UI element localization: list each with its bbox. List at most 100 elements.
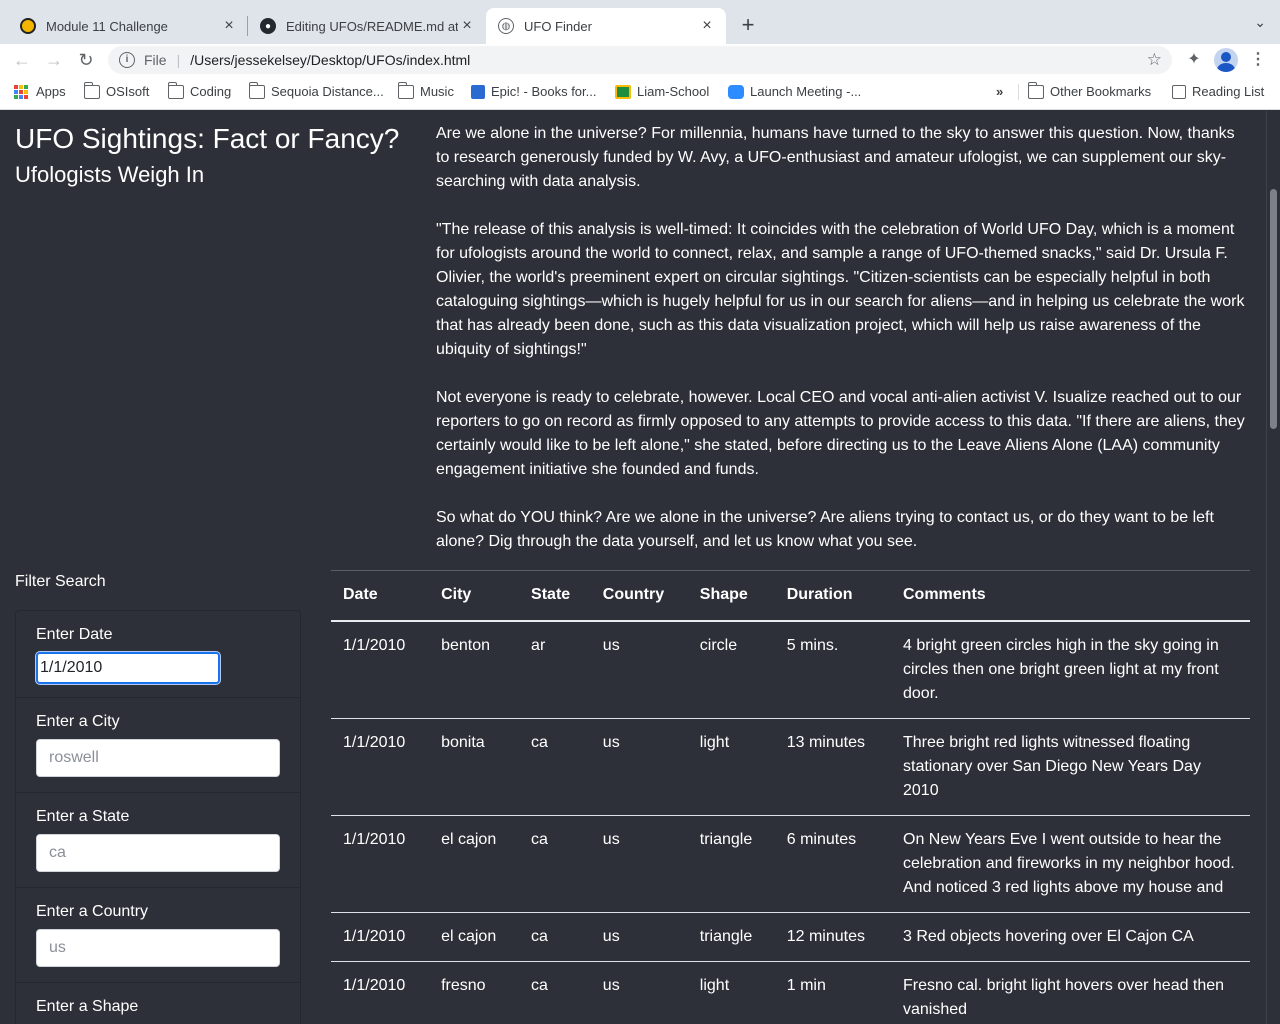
filter-item-city: Enter a City (16, 698, 300, 793)
page-scrollbar[interactable] (1266, 111, 1280, 1024)
table-row: 1/1/2010 bonita ca us light 13 minutes T… (331, 718, 1250, 816)
cell-state: ca (519, 815, 591, 913)
filter-item-country: Enter a Country (16, 888, 300, 983)
bookmark-label: Other Bookmarks (1050, 84, 1152, 99)
filter-item-shape: Enter a Shape (16, 983, 300, 1024)
tab-editing-readme[interactable]: ● Editing UFOs/README.md at main × (248, 8, 486, 44)
cell-comments: On New Years Eve I went outside to hear … (891, 815, 1250, 913)
cell-comments: Three bright red lights witnessed floati… (891, 718, 1250, 816)
address-divider: | (176, 52, 181, 68)
cell-city: el cajon (429, 815, 520, 913)
folder-icon (167, 81, 184, 99)
bookmark-sequoia-distance[interactable]: Sequoia Distance... (248, 81, 384, 99)
tab-search-chevron-icon[interactable]: ⌄ (1254, 14, 1266, 31)
cell-date: 1/1/2010 (331, 620, 430, 719)
city-input[interactable] (36, 739, 280, 777)
extensions-puzzle-icon[interactable]: ✦ (1184, 48, 1204, 72)
article-paragraph: Are we alone in the universe? For millen… (436, 125, 1235, 190)
cell-country: us (590, 912, 688, 962)
bookmark-launch-meeting[interactable]: Launch Meeting -... (728, 84, 861, 99)
close-tab-icon[interactable]: × (458, 17, 476, 35)
reading-list-icon (1172, 84, 1186, 99)
article-body: Are we alone in the universe? For millen… (436, 122, 1252, 578)
cell-comments: 3 Red objects hovering over El Cajon CA (891, 912, 1250, 962)
cell-duration: 1 min (774, 961, 891, 1024)
scrollbar-thumb[interactable] (1270, 189, 1277, 429)
info-icon[interactable]: i (119, 52, 135, 68)
bookmark-label: Reading List (1192, 84, 1265, 99)
filter-label: Enter a City (36, 713, 120, 730)
date-input[interactable] (36, 652, 220, 684)
cell-city: fresno (429, 961, 520, 1024)
cell-city: bonita (429, 718, 520, 816)
bookmark-label: OSIsoft (106, 84, 150, 99)
state-input[interactable] (36, 834, 280, 872)
bookmark-label: Epic! - Books for... (491, 84, 597, 99)
bookmark-osisoft[interactable]: OSIsoft (83, 81, 150, 99)
page-subtitle: Ufologists Weigh In (15, 162, 205, 187)
cell-shape: triangle (687, 815, 775, 913)
table-row: 1/1/2010 fresno ca us light 1 min Fresno… (331, 961, 1250, 1024)
reload-icon[interactable]: ↻ (74, 48, 98, 72)
new-tab-button[interactable]: + (736, 12, 760, 38)
table-row: 1/1/2010 benton ar us circle 5 mins. 4 b… (331, 620, 1250, 719)
bookmarks-overflow-chevron-icon[interactable]: » (996, 84, 1003, 99)
column-header-shape: Shape (687, 570, 775, 622)
bookmark-liam-school[interactable]: Liam-School (615, 84, 709, 99)
folder-icon (248, 81, 265, 99)
cell-comments: 4 bright green circles high in the sky g… (891, 620, 1250, 719)
filter-search-heading: Filter Search (15, 573, 106, 590)
cell-city: benton (429, 620, 520, 719)
bookmark-label: Launch Meeting -... (750, 84, 862, 99)
filter-item-date: Enter Date (16, 611, 300, 698)
bookmarks-bar: Apps OSIsoft Coding Sequoia Distance... … (0, 76, 1280, 110)
address-scheme: File (144, 52, 167, 68)
bookmark-reading-list[interactable]: Reading List (1172, 84, 1264, 99)
cell-date: 1/1/2010 (331, 912, 430, 962)
classroom-icon (615, 84, 631, 99)
cell-state: ca (519, 912, 591, 962)
tab-module-11-challenge[interactable]: Module 11 Challenge × (8, 8, 248, 44)
back-arrow-icon[interactable]: ← (10, 48, 34, 72)
cell-state: ca (519, 718, 591, 816)
close-tab-icon[interactable]: × (698, 17, 716, 35)
page-viewport: UFO Sightings: Fact or Fancy? Ufologists… (0, 111, 1266, 1024)
cell-shape: light (687, 961, 775, 1024)
column-header-comments: Comments (891, 570, 1250, 622)
column-header-city: City (429, 570, 520, 622)
table-header-row: Date City State Country Shape Duration C… (331, 570, 1250, 622)
cell-shape: light (687, 718, 775, 816)
filter-label: Enter a Shape (36, 998, 139, 1015)
bookmark-epic-books[interactable]: Epic! - Books for... (471, 84, 597, 99)
bookmark-star-icon[interactable]: ☆ (1147, 50, 1162, 70)
cell-duration: 12 minutes (774, 912, 891, 962)
bookmarks-divider (1018, 84, 1019, 100)
cell-shape: triangle (687, 912, 775, 962)
article-paragraph: So what do YOU think? Are we alone in th… (436, 509, 1214, 550)
bookmark-coding[interactable]: Coding (167, 81, 231, 99)
epic-icon (471, 84, 485, 99)
cell-shape: circle (687, 620, 775, 719)
cell-city: el cajon (429, 912, 520, 962)
country-input[interactable] (36, 929, 280, 967)
tab-ufo-finder[interactable]: ◍ UFO Finder × (486, 8, 726, 44)
browser-menu-kebab-icon[interactable]: ⋮ (1248, 48, 1268, 72)
lightbulb-favicon-icon (20, 18, 36, 34)
cell-country: us (590, 718, 688, 816)
close-tab-icon[interactable]: × (220, 17, 238, 35)
bookmark-music[interactable]: Music (397, 81, 454, 99)
address-path[interactable]: /Users/jessekelsey/Desktop/UFOs/index.ht… (190, 52, 470, 68)
cell-state: ca (519, 961, 591, 1024)
address-bar[interactable]: i File | /Users/jessekelsey/Desktop/UFOs… (108, 46, 1172, 74)
filter-label: Enter a State (36, 808, 130, 825)
column-header-country: Country (590, 570, 688, 622)
profile-avatar-icon[interactable] (1214, 48, 1238, 72)
globe-favicon-icon: ◍ (498, 18, 514, 34)
bookmark-apps[interactable]: Apps (14, 84, 66, 99)
cell-comments: Fresno cal. bright light hovers over hea… (891, 961, 1250, 1024)
bookmark-other-bookmarks[interactable]: Other Bookmarks (1027, 81, 1152, 99)
forward-arrow-icon[interactable]: → (42, 48, 66, 72)
bookmark-label: Music (420, 84, 454, 99)
column-header-state: State (519, 570, 591, 622)
article-paragraph: Not everyone is ready to celebrate, howe… (436, 389, 1245, 478)
